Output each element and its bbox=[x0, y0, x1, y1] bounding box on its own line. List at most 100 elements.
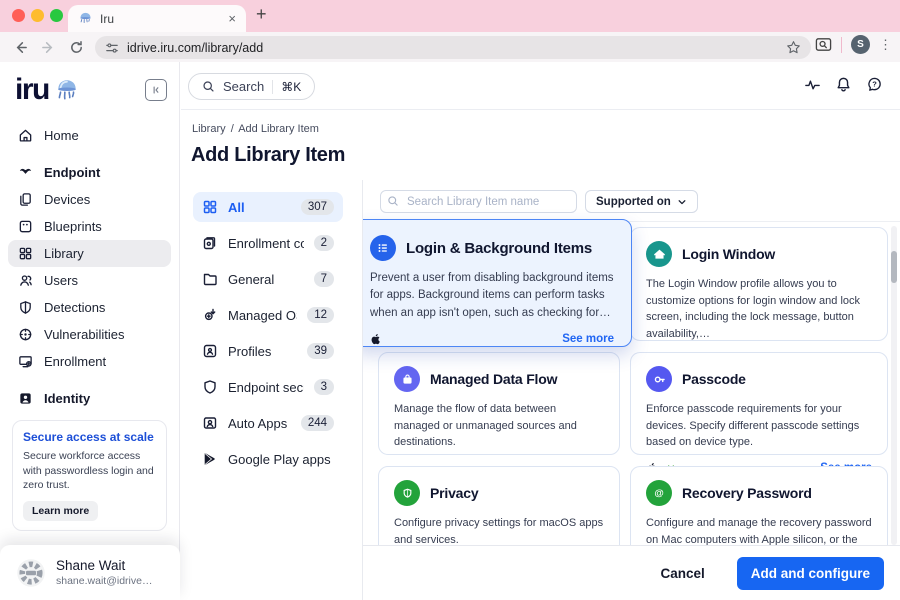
category-count: 3 bbox=[314, 379, 334, 395]
breadcrumb-separator: / bbox=[231, 123, 234, 135]
library-search-input[interactable] bbox=[380, 190, 577, 213]
svg-text:@: @ bbox=[654, 488, 663, 499]
endpoint-security-icon bbox=[202, 379, 218, 395]
side-panel-search-icon[interactable] bbox=[815, 36, 832, 53]
category-google-play-apps[interactable]: Google Play apps bbox=[193, 444, 343, 474]
category-managed-os[interactable]: Managed OS 12 bbox=[193, 300, 343, 330]
user-account[interactable]: Shane Wait shane.wait@idrive… bbox=[0, 545, 180, 600]
cancel-button[interactable]: Cancel bbox=[654, 565, 710, 582]
forward-icon[interactable] bbox=[34, 40, 62, 55]
folder-icon bbox=[202, 271, 218, 287]
platform-apple-icon bbox=[370, 332, 382, 346]
category-all[interactable]: All 307 bbox=[193, 192, 343, 222]
sidebar-item-label: Devices bbox=[44, 192, 90, 207]
supported-on-label: Supported on bbox=[596, 196, 671, 208]
card-description: The Login Window profile allows you to c… bbox=[646, 276, 872, 342]
category-enrollment-configurations[interactable]: Enrollment confi… 2 bbox=[193, 228, 343, 258]
app-logo[interactable]: iru bbox=[15, 75, 49, 105]
browser-menu-icon[interactable]: ⋮ bbox=[879, 37, 892, 53]
category-auto-apps[interactable]: Auto Apps 244 bbox=[193, 408, 343, 438]
sidebar-item-blueprints[interactable]: Blueprints bbox=[8, 213, 171, 240]
library-card-login-background-items[interactable]: Login & Background Items Prevent a user … bbox=[363, 219, 632, 347]
browser-profile-avatar[interactable]: S bbox=[851, 35, 870, 54]
divider bbox=[272, 80, 273, 94]
profiles-icon bbox=[202, 343, 218, 359]
auto-apps-icon bbox=[202, 415, 218, 431]
supported-on-dropdown[interactable]: Supported on bbox=[585, 190, 698, 213]
breadcrumb-library-link[interactable]: Library bbox=[192, 123, 226, 135]
key-icon bbox=[646, 366, 672, 392]
shield-icon bbox=[18, 300, 33, 315]
library-card-privacy[interactable]: Privacy Configure privacy settings for m… bbox=[378, 466, 620, 545]
user-email: shane.wait@idrive… bbox=[56, 575, 152, 587]
notifications-bell-icon[interactable] bbox=[835, 76, 852, 93]
identity-promo-card: Secure access at scale Secure workforce … bbox=[12, 420, 167, 531]
sidebar-item-enrollment[interactable]: Enrollment bbox=[8, 348, 171, 375]
promo-body: Secure workforce access with passwordles… bbox=[23, 449, 156, 493]
help-chat-icon[interactable]: ? bbox=[866, 76, 883, 93]
global-search[interactable]: Search ⌘K bbox=[188, 73, 315, 100]
browser-controls: S ⋮ bbox=[815, 35, 892, 54]
address-bar[interactable]: idrive.iru.com/library/add bbox=[95, 36, 811, 59]
window-zoom-button[interactable] bbox=[50, 9, 63, 22]
category-list: All 307 Enrollment confi… 2 General 7 Ma… bbox=[193, 192, 343, 480]
window-minimize-button[interactable] bbox=[31, 9, 44, 22]
collapse-sidebar-icon[interactable] bbox=[145, 79, 167, 101]
recovery-password-icon: @ bbox=[646, 480, 672, 506]
new-tab-button[interactable]: + bbox=[256, 4, 267, 25]
blueprints-icon bbox=[18, 219, 33, 234]
scrollbar-thumb[interactable] bbox=[891, 251, 897, 283]
activity-pulse-icon[interactable] bbox=[804, 76, 821, 93]
user-name: Shane Wait bbox=[56, 558, 152, 573]
library-card-recovery-password[interactable]: @ Recovery Password Configure and manage… bbox=[630, 466, 888, 545]
browser-tab[interactable]: Iru × bbox=[68, 5, 246, 32]
action-bar: Cancel Add and configure bbox=[363, 545, 900, 600]
tab-close-icon[interactable]: × bbox=[228, 11, 236, 26]
sidebar-item-vulnerabilities[interactable]: Vulnerabilities bbox=[8, 321, 171, 348]
site-settings-icon[interactable] bbox=[105, 41, 119, 55]
sidebar-item-detections[interactable]: Detections bbox=[8, 294, 171, 321]
bookmark-star-icon[interactable] bbox=[786, 40, 801, 55]
browser-tabstrip: Iru × + bbox=[0, 0, 900, 32]
sidebar-item-home[interactable]: Home bbox=[8, 122, 171, 149]
back-icon[interactable] bbox=[6, 40, 34, 55]
briefcase-icon bbox=[394, 366, 420, 392]
sidebar-section-identity[interactable]: Identity bbox=[8, 385, 171, 412]
add-and-configure-button[interactable]: Add and configure bbox=[737, 557, 884, 590]
card-title: Managed Data Flow bbox=[430, 371, 557, 387]
sidebar-section-endpoint[interactable]: Endpoint bbox=[8, 159, 171, 186]
tab-title: Iru bbox=[100, 12, 221, 26]
category-profiles[interactable]: Profiles 39 bbox=[193, 336, 343, 366]
category-endpoint-security[interactable]: Endpoint security 3 bbox=[193, 372, 343, 402]
category-count: 12 bbox=[307, 307, 334, 323]
category-label: Google Play apps bbox=[228, 452, 334, 467]
category-count: 244 bbox=[301, 415, 334, 431]
category-general[interactable]: General 7 bbox=[193, 264, 343, 294]
window-close-button[interactable] bbox=[12, 9, 25, 22]
library-items-pane: Supported on Login & Background Items Pr… bbox=[363, 180, 900, 545]
sidebar-item-library[interactable]: Library bbox=[8, 240, 171, 267]
category-label: Auto Apps bbox=[228, 416, 291, 431]
learn-more-button[interactable]: Learn more bbox=[23, 501, 98, 521]
users-icon bbox=[18, 273, 33, 288]
logo-jellyfish-icon bbox=[54, 77, 80, 103]
card-description: Configure privacy settings for macOS app… bbox=[394, 515, 604, 545]
library-card-passcode[interactable]: Passcode Enforce passcode requirements f… bbox=[630, 352, 888, 455]
sidebar-item-users[interactable]: Users bbox=[8, 267, 171, 294]
library-card-managed-data-flow[interactable]: Managed Data Flow Manage the flow of dat… bbox=[378, 352, 620, 455]
card-title: Login & Background Items bbox=[406, 240, 592, 257]
library-card-login-window[interactable]: Login Window The Login Window profile al… bbox=[630, 227, 888, 341]
grid-icon bbox=[202, 199, 218, 215]
promo-title: Secure access at scale bbox=[23, 430, 156, 444]
sidebar-item-label: Home bbox=[44, 128, 79, 143]
reload-icon[interactable] bbox=[62, 40, 90, 55]
home-icon bbox=[18, 128, 33, 143]
scrollbar-track[interactable] bbox=[891, 226, 897, 545]
card-title: Recovery Password bbox=[682, 485, 812, 501]
library-icon bbox=[18, 246, 33, 261]
sidebar-item-devices[interactable]: Devices bbox=[8, 186, 171, 213]
category-count: 7 bbox=[314, 271, 334, 287]
url-text[interactable]: idrive.iru.com/library/add bbox=[127, 41, 778, 55]
card-title: Login Window bbox=[682, 246, 775, 262]
see-more-link[interactable]: See more bbox=[562, 333, 614, 345]
